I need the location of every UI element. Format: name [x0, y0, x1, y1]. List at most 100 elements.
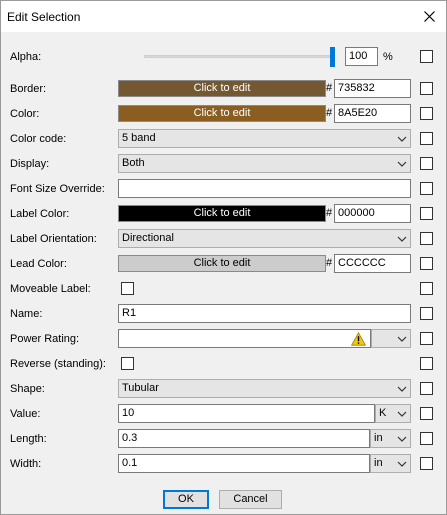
color-hash: #	[326, 107, 333, 119]
name-field[interactable]: R1	[118, 304, 411, 323]
width-unit: in	[374, 457, 383, 469]
length-checkbox[interactable]	[420, 432, 433, 445]
alpha-slider-thumb[interactable]	[330, 47, 335, 67]
window-title: Edit Selection	[7, 10, 81, 24]
chevron-down-icon	[397, 136, 407, 142]
value-unit: K	[379, 407, 387, 419]
length-row: Length: 0.3 in	[1, 428, 446, 450]
value-field[interactable]: 10	[118, 404, 375, 423]
alpha-value-field[interactable]: 100	[345, 47, 378, 66]
label-color-button[interactable]: Click to edit	[118, 205, 326, 222]
moveable-label-row: Moveable Label:	[1, 278, 446, 300]
label-orientation-checkbox[interactable]	[420, 232, 433, 245]
lead-color-button[interactable]: Click to edit	[118, 255, 326, 272]
value-checkbox[interactable]	[420, 407, 433, 420]
chevron-down-icon	[397, 336, 407, 342]
label-orientation-value: Directional	[122, 232, 174, 244]
width-unit-select[interactable]: in	[370, 454, 411, 473]
shape-label: Shape:	[10, 383, 45, 395]
color-checkbox[interactable]	[420, 107, 433, 120]
display-value: Both	[122, 157, 145, 169]
alpha-checkbox[interactable]	[420, 50, 433, 63]
chevron-down-icon	[397, 411, 407, 417]
border-checkbox[interactable]	[420, 82, 433, 95]
moveable-label-override-checkbox[interactable]	[420, 282, 433, 295]
moveable-label-label: Moveable Label:	[10, 283, 91, 295]
length-unit-select[interactable]: in	[370, 429, 411, 448]
label-orientation-select[interactable]: Directional	[118, 229, 411, 248]
lead-color-row: Lead Color: Click to edit # CCCCCC	[1, 253, 446, 275]
border-hex-field[interactable]: 735832	[334, 79, 411, 98]
label-orientation-row: Label Orientation: Directional	[1, 228, 446, 250]
power-rating-field[interactable]	[118, 329, 371, 348]
chevron-down-icon	[397, 236, 407, 242]
font-size-override-label: Font Size Override:	[10, 183, 105, 195]
label-color-hex-field[interactable]: 000000	[334, 204, 411, 223]
color-code-value: 5 band	[122, 132, 156, 144]
chevron-down-icon	[397, 386, 407, 392]
display-row: Display: Both	[1, 153, 446, 175]
value-label: Value:	[10, 408, 41, 420]
color-row: Color: Click to edit # 8A5E20	[1, 103, 446, 125]
lead-color-checkbox[interactable]	[420, 257, 433, 270]
label-color-label: Label Color:	[10, 208, 70, 220]
moveable-label-checkbox[interactable]	[121, 282, 134, 295]
label-orientation-label: Label Orientation:	[10, 233, 97, 245]
label-color-row: Label Color: Click to edit # 000000	[1, 203, 446, 225]
width-row: Width: 0.1 in	[1, 453, 446, 475]
value-row: Value: 10 K	[1, 403, 446, 425]
lead-color-hex-field[interactable]: CCCCCC	[334, 254, 411, 273]
title-bar: Edit Selection	[1, 1, 446, 32]
alpha-slider-track[interactable]	[144, 55, 334, 58]
color-label: Color:	[10, 108, 40, 120]
font-size-override-field[interactable]	[118, 179, 411, 198]
width-checkbox[interactable]	[420, 457, 433, 470]
color-button[interactable]: Click to edit	[118, 105, 326, 122]
alpha-row: Alpha: 100 %	[1, 46, 446, 68]
name-label: Name:	[10, 308, 43, 320]
alpha-label: Alpha:	[10, 51, 42, 63]
reverse-standing-override-checkbox[interactable]	[420, 357, 433, 370]
display-checkbox[interactable]	[420, 157, 433, 170]
border-row: Border: Click to edit # 735832	[1, 78, 446, 100]
chevron-down-icon	[397, 436, 407, 442]
length-label: Length:	[10, 433, 47, 445]
value-unit-select[interactable]: K	[375, 404, 411, 423]
color-code-select[interactable]: 5 band	[118, 129, 411, 148]
name-row: Name: R1	[1, 303, 446, 325]
close-icon	[423, 10, 435, 22]
width-field[interactable]: 0.1	[118, 454, 370, 473]
display-label: Display:	[10, 158, 50, 170]
chevron-down-icon	[397, 461, 407, 467]
reverse-standing-checkbox[interactable]	[121, 357, 134, 370]
close-button[interactable]	[412, 1, 446, 31]
chevron-down-icon	[397, 161, 407, 167]
length-field[interactable]: 0.3	[118, 429, 370, 448]
display-select[interactable]: Both	[118, 154, 411, 173]
font-size-override-row: Font Size Override:	[1, 178, 446, 200]
shape-select[interactable]: Tubular	[118, 379, 411, 398]
border-hash: #	[326, 82, 333, 94]
border-color-button[interactable]: Click to edit	[118, 80, 326, 97]
ok-button[interactable]: OK	[163, 490, 209, 509]
cancel-button[interactable]: Cancel	[219, 490, 282, 509]
power-rating-unit-select[interactable]	[371, 329, 411, 348]
power-rating-checkbox[interactable]	[420, 332, 433, 345]
shape-checkbox[interactable]	[420, 382, 433, 395]
color-hex-field[interactable]: 8A5E20	[334, 104, 411, 123]
color-code-row: Color code: 5 band	[1, 128, 446, 150]
power-rating-row: Power Rating:	[1, 328, 446, 350]
alpha-unit-label: %	[383, 51, 393, 63]
length-unit: in	[374, 432, 383, 444]
label-color-checkbox[interactable]	[420, 207, 433, 220]
shape-row: Shape: Tubular	[1, 378, 446, 400]
color-code-checkbox[interactable]	[420, 132, 433, 145]
color-code-label: Color code:	[10, 133, 67, 145]
shape-value: Tubular	[122, 382, 159, 394]
lead-color-label: Lead Color:	[10, 258, 67, 270]
font-size-override-checkbox[interactable]	[420, 182, 433, 195]
border-label: Border:	[10, 83, 47, 95]
power-rating-label: Power Rating:	[10, 333, 80, 345]
reverse-standing-label: Reverse (standing):	[10, 358, 106, 370]
name-checkbox[interactable]	[420, 307, 433, 320]
